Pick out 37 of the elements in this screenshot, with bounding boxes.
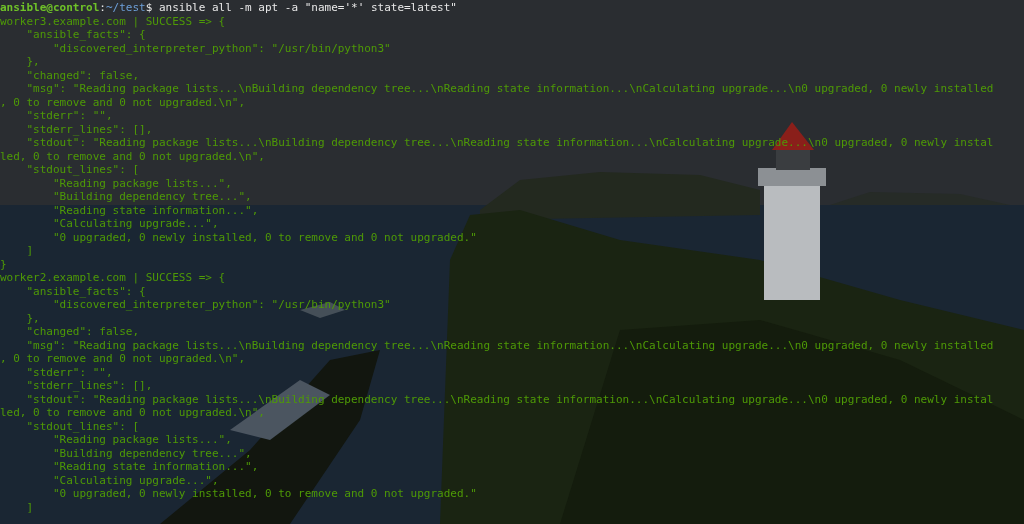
output-line: "msg": "Reading package lists...\nBuilding dependency tree...\nReading state information...\nCalculating upgrade...\n0 upgraded, 0 newly installed [25,82,994,96]
output-line: "ansible_facts": { [25,284,146,298]
output-line: , 0 to remove and 0 not upgraded.\n", [0,95,246,109]
output-line: "stderr": "", [25,365,113,379]
output-line: , 0 to remove and 0 not upgraded.\n", [0,352,246,366]
output-line: "stdout": "Reading package lists...\nBuilding dependency tree...\nReading state information...\nCalculating upgrade...\n0 upgraded, 0 newly instal [25,392,994,406]
output-line: "Reading state information...", [51,203,259,217]
output-line: "stdout_lines": [ [25,419,140,433]
output-line: "Building dependency tree...", [51,446,252,460]
command-prompt: ansible@control:~/test$ ansible all -m apt -a "name='*' state=latest" [0,1,457,15]
output-line: "stderr": "", [25,109,113,123]
output-line: ] [25,244,34,258]
output-line: "Building dependency tree...", [51,190,252,204]
output-line: "0 upgraded, 0 newly installed, 0 to remove and 0 not upgraded." [51,487,477,501]
output-line: "changed": false, [25,68,140,82]
output-line: "stderr_lines": [], [25,379,153,393]
output-line: "ansible_facts": { [25,28,146,42]
output-line: worker2.example.com | SUCCESS => { [0,271,226,285]
output-line: "0 upgraded, 0 newly installed, 0 to remove and 0 not upgraded." [51,230,477,244]
output-line: led, 0 to remove and 0 not upgraded.\n", [0,149,265,163]
output-line: }, [25,55,40,69]
output-line: worker3.example.com | SUCCESS => { [0,14,226,28]
output-line: } [0,257,7,271]
output-line: "stderr_lines": [], [25,122,153,136]
output-line: "discovered_interpreter_python": "/usr/bin/python3" [51,41,391,55]
output-line: led, 0 to remove and 0 not upgraded.\n", [0,406,265,420]
output-line: "stdout_lines": [ [25,163,140,177]
output-line: "Reading state information...", [51,460,259,474]
output-line: "Reading package lists...", [51,176,232,190]
output-line: "changed": false, [25,325,140,339]
output-line: "Calculating upgrade...", [51,473,219,487]
output-line: "Reading package lists...", [51,433,232,447]
output-line: "discovered_interpreter_python": "/usr/bin/python3" [51,298,391,312]
output-line: ] [25,500,34,514]
output-line: "msg": "Reading package lists...\nBuilding dependency tree...\nReading state information...\nCalculating upgrade...\n0 upgraded, 0 newly installed [25,338,994,352]
output-line: }, [25,311,40,325]
output-line: "Calculating upgrade...", [51,217,219,231]
